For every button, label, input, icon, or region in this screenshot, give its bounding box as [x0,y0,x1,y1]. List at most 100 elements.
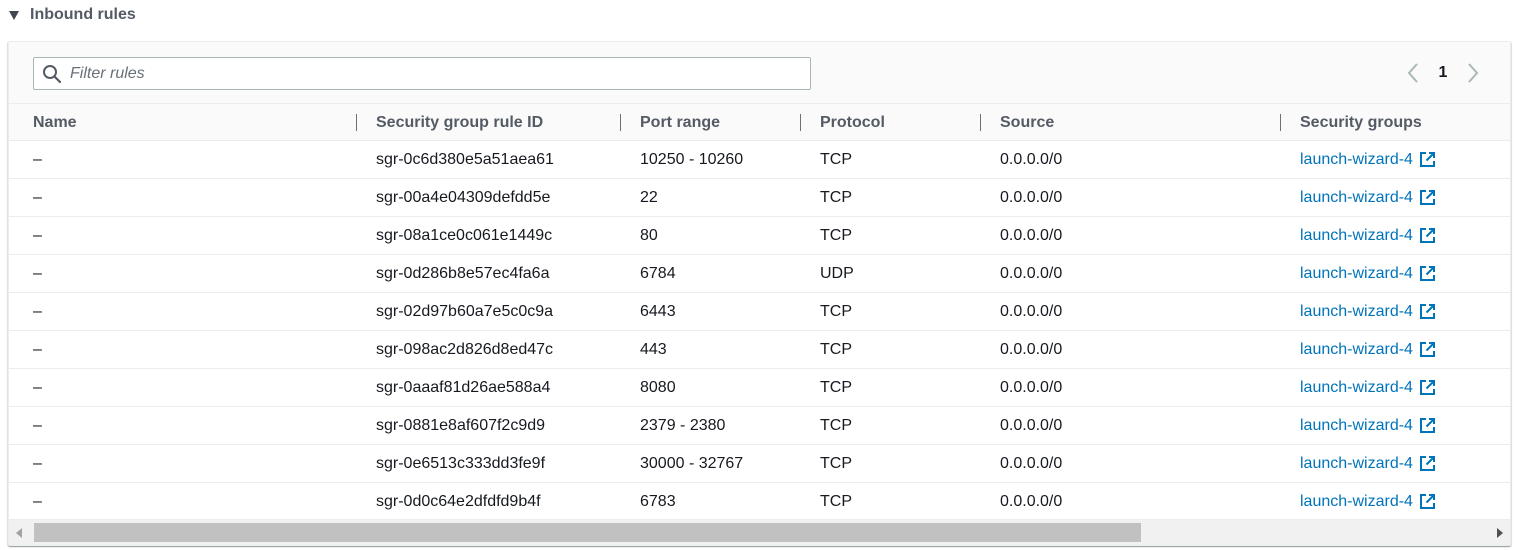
column-resizer[interactable] [620,114,621,131]
external-link-icon [1419,189,1436,206]
table-toolbar: 1 [9,42,1510,104]
cell-rule-id: sgr-0e6513c333dd3fe9f [376,455,546,472]
security-group-link-text: launch-wizard-4 [1300,265,1413,282]
cell-source: 0.0.0.0/0 [1000,151,1063,168]
cell-rule-id: sgr-0d0c64e2dfdfd9b4f [376,493,541,510]
security-group-link[interactable]: launch-wizard-4 [1300,255,1436,292]
table-header: Name Security group rule ID Port range P… [9,104,1510,141]
external-link-icon [1419,265,1436,282]
cell-port-range: 80 [640,227,658,244]
horizontal-scrollbar[interactable] [9,519,1510,545]
cell-protocol: TCP [820,227,852,244]
search-icon [34,58,70,89]
cell-port-range: 6783 [640,493,676,510]
column-header-port-range[interactable]: Port range [640,104,720,141]
cell-rule-id: sgr-098ac2d826d8ed47c [376,341,554,358]
filter-rules-input[interactable] [70,58,790,89]
security-group-link[interactable]: launch-wizard-4 [1300,293,1436,330]
cell-source: 0.0.0.0/0 [1000,417,1063,434]
cell-protocol: TCP [820,379,852,396]
cell-rule-id: sgr-0881e8af607f2c9d9 [376,417,546,434]
table-row: – sgr-00a4e04309defdd5e 22 TCP 0.0.0.0/0… [9,179,1510,217]
caret-down-icon [9,11,19,20]
table-row: – sgr-0c6d380e5a51aea61 10250 - 10260 TC… [9,141,1510,179]
cell-name: – [33,417,42,434]
cell-protocol: TCP [820,341,852,358]
cell-name: – [33,455,42,472]
pagination: 1 [1398,60,1488,86]
scroll-left-arrow-icon[interactable] [9,520,29,545]
security-group-link-text: launch-wizard-4 [1300,227,1413,244]
cell-rule-id: sgr-0aaaf81d26ae588a4 [376,379,551,396]
security-group-link[interactable]: launch-wizard-4 [1300,483,1436,520]
pagination-prev-button[interactable] [1398,60,1428,86]
cell-port-range: 6443 [640,303,676,320]
table-row: – sgr-098ac2d826d8ed47c 443 TCP 0.0.0.0/… [9,331,1510,369]
security-group-link-text: launch-wizard-4 [1300,151,1413,168]
security-group-link[interactable]: launch-wizard-4 [1300,179,1436,216]
cell-source: 0.0.0.0/0 [1000,265,1063,282]
column-resizer[interactable] [800,114,801,131]
column-resizer[interactable] [356,114,357,131]
external-link-icon [1419,493,1436,510]
column-header-source[interactable]: Source [1000,104,1054,141]
inbound-rules-table: Name Security group rule ID Port range P… [9,104,1510,521]
external-link-icon [1419,303,1436,320]
column-header-security-groups[interactable]: Security groups [1300,104,1422,141]
column-header-protocol[interactable]: Protocol [820,104,885,141]
scrollbar-thumb[interactable] [34,523,1141,542]
pagination-next-button[interactable] [1458,60,1488,86]
security-group-link[interactable]: launch-wizard-4 [1300,331,1436,368]
section-toggle[interactable]: Inbound rules [9,4,136,26]
cell-name: – [33,189,42,206]
external-link-icon [1419,227,1436,244]
cell-rule-id: sgr-0c6d380e5a51aea61 [376,151,554,168]
security-group-link-text: launch-wizard-4 [1300,379,1413,396]
filter-box[interactable] [33,57,811,90]
security-group-link-text: launch-wizard-4 [1300,303,1413,320]
pagination-current-page[interactable]: 1 [1428,64,1458,82]
external-link-icon [1419,341,1436,358]
security-group-link[interactable]: launch-wizard-4 [1300,217,1436,254]
cell-protocol: TCP [820,493,852,510]
cell-protocol: UDP [820,265,854,282]
cell-name: – [33,227,42,244]
table-row: – sgr-0aaaf81d26ae588a4 8080 TCP 0.0.0.0… [9,369,1510,407]
table-row: – sgr-0d286b8e57ec4fa6a 6784 UDP 0.0.0.0… [9,255,1510,293]
security-group-link[interactable]: launch-wizard-4 [1300,369,1436,406]
cell-rule-id: sgr-00a4e04309defdd5e [376,189,551,206]
column-header-rule-id[interactable]: Security group rule ID [376,104,543,141]
security-group-link[interactable]: launch-wizard-4 [1300,141,1436,178]
security-group-link-text: launch-wizard-4 [1300,189,1413,206]
table-row: – sgr-0881e8af607f2c9d9 2379 - 2380 TCP … [9,407,1510,445]
cell-port-range: 2379 - 2380 [640,417,726,434]
cell-port-range: 6784 [640,265,676,282]
security-group-link-text: launch-wizard-4 [1300,493,1413,510]
cell-port-range: 443 [640,341,667,358]
inbound-rules-panel: 1 Name Security group rule ID Port range… [8,41,1511,546]
cell-source: 0.0.0.0/0 [1000,493,1063,510]
cell-source: 0.0.0.0/0 [1000,341,1063,358]
cell-port-range: 8080 [640,379,676,396]
security-group-link-text: launch-wizard-4 [1300,341,1413,358]
cell-source: 0.0.0.0/0 [1000,189,1063,206]
table-row: – sgr-0e6513c333dd3fe9f 30000 - 32767 TC… [9,445,1510,483]
external-link-icon [1419,151,1436,168]
security-group-link[interactable]: launch-wizard-4 [1300,407,1436,444]
cell-name: – [33,303,42,320]
chevron-right-icon [1468,63,1479,83]
cell-name: – [33,151,42,168]
cell-rule-id: sgr-0d286b8e57ec4fa6a [376,265,550,282]
cell-name: – [33,341,42,358]
column-header-name[interactable]: Name [33,104,77,141]
column-resizer[interactable] [980,114,981,131]
cell-protocol: TCP [820,189,852,206]
column-resizer[interactable] [1280,114,1281,131]
cell-protocol: TCP [820,455,852,472]
scroll-right-arrow-icon[interactable] [1490,520,1510,545]
cell-source: 0.0.0.0/0 [1000,227,1063,244]
security-group-link[interactable]: launch-wizard-4 [1300,445,1436,482]
cell-source: 0.0.0.0/0 [1000,379,1063,396]
cell-name: – [33,493,42,510]
table-row: – sgr-08a1ce0c061e1449c 80 TCP 0.0.0.0/0… [9,217,1510,255]
